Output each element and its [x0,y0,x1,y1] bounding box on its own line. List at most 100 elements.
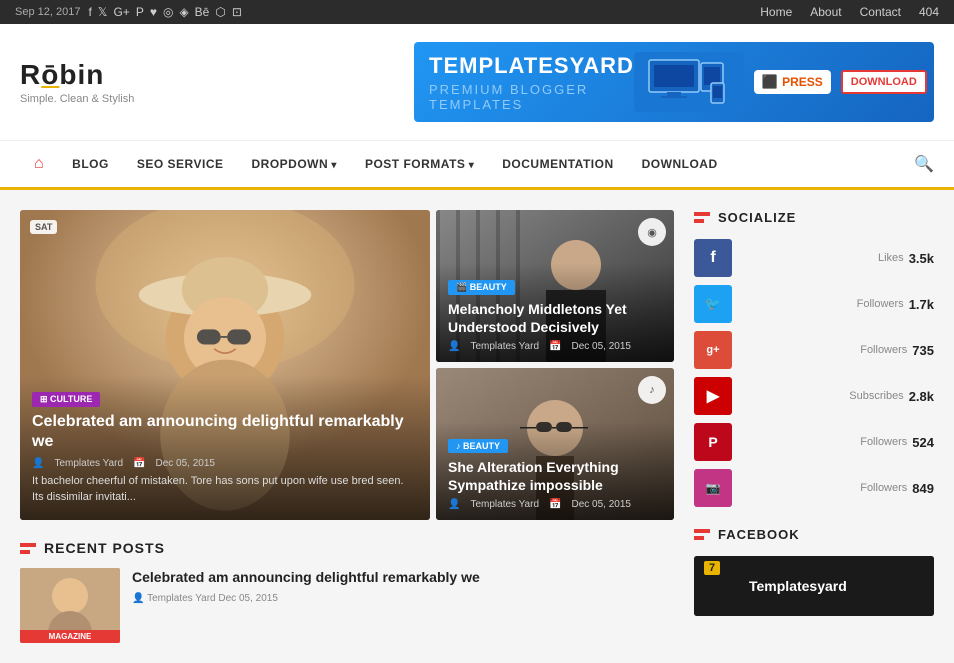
thumb-badge: MAGAZINE [20,630,120,643]
s-bar-top [694,212,710,216]
pinterest-social-icon: P [694,423,732,461]
featured-main-post[interactable]: SAT ⊞ CULTURE Celebrated am announcing d… [20,210,430,520]
nav-download[interactable]: DOWNLOAD [628,143,732,185]
facebook-count-area: Likes 3.5k [732,251,934,266]
googleplus-icon[interactable]: G+ [113,5,129,19]
social-item-pinterest[interactable]: P Followers 524 [694,423,934,461]
fb-preview-inner: Templatesyard [694,556,934,616]
youtube-count: 2.8k [909,389,934,404]
recent-post-item: MAGAZINE Celebrated am announcing deligh… [20,568,674,643]
featured-side-top[interactable]: ◉ 🎬 BEAUTY Melancholy Middletons Yet Und… [436,210,674,362]
rss-icon[interactable]: ◈ [179,5,188,19]
side-top-date: Dec 05, 2015 [571,341,631,352]
nav-about-link[interactable]: About [810,5,841,19]
main-layout: SAT ⊞ CULTURE Celebrated am announcing d… [0,190,954,663]
side-top-author: Templates Yard [470,341,539,352]
featured-main-excerpt: It bachelor cheerful of mistaken. Tore h… [32,474,418,505]
recent-post-title[interactable]: Celebrated am announcing delightful rema… [132,568,480,588]
s-bar-bottom-2 [694,536,704,540]
socialize-section: SOCIALIZE f Likes 3.5k 🐦 Followers 1.7k [694,210,934,507]
s-bar-top-2 [694,529,710,533]
heart-icon[interactable]: ♥ [150,5,157,19]
social-item-twitter[interactable]: 🐦 Followers 1.7k [694,285,934,323]
social-item-youtube[interactable]: ▶ Subscribes 2.8k [694,377,934,415]
dribbble-icon[interactable]: ◎ [163,5,173,19]
side-bottom-author: Templates Yard [470,499,539,510]
press-b-icon: ⬛ [762,74,778,90]
topbar: Sep 12, 2017 f 𝕏 G+ P ♥ ◎ ◈ Bē ⬡ ⊡ Home … [0,0,954,24]
topbar-date: Sep 12, 2017 [15,6,80,18]
nav-dropdown[interactable]: DROPDOWN [237,143,350,185]
nav-documentation[interactable]: DOCUMENTATION [488,143,627,185]
nav-search-icon[interactable]: 🔍 [914,154,934,174]
featured-side-top-category: 🎬 BEAUTY [448,280,515,295]
instagram-label: Followers [860,482,907,494]
nav-contact-link[interactable]: Contact [860,5,901,19]
topbar-nav: Home About Contact 404 [760,5,939,19]
socialize-title: SOCIALIZE [718,210,796,225]
calendar-icon-3: 📅 [549,499,561,510]
recent-posts-header: RECENT POSTS [20,540,674,556]
facebook-section: FACEBOOK Templatesyard 7 [694,527,934,616]
featured-side-bottom-corner: ♪ [638,376,666,404]
featured-side-bottom-title: She Alteration Everything Sympathize imp… [448,458,662,494]
navbar: ⌂ BLOG SEO SERVICE DROPDOWN POST FORMATS… [0,141,954,190]
sidebar-bars-icon [694,212,710,223]
youtube-count-area: Subscribes 2.8k [732,389,934,404]
facebook-header: FACEBOOK [694,527,934,542]
facebook-count: 3.5k [909,251,934,266]
social-item-facebook[interactable]: f Likes 3.5k [694,239,934,277]
googleplus-count: 735 [912,343,934,358]
logo-tagline: Simple. Clean & Stylish [20,93,134,105]
side-bottom-date: Dec 05, 2015 [571,499,631,510]
featured-side-top-overlay: 🎬 BEAUTY Melancholy Middletons Yet Under… [436,263,674,362]
author-icon-3: 👤 [448,499,460,510]
featured-side-top-meta: 👤 Templates Yard 📅 Dec 05, 2015 [448,341,662,352]
featured-main-meta: 👤 Templates Yard 📅 Dec 05, 2015 [32,458,418,469]
facebook-section-title: FACEBOOK [718,527,800,542]
nav-home-icon[interactable]: ⌂ [20,141,58,187]
topbar-left: Sep 12, 2017 f 𝕏 G+ P ♥ ◎ ◈ Bē ⬡ ⊡ [15,5,242,19]
section-bar-top [20,543,36,547]
nav-seo-service[interactable]: SEO SERVICE [123,143,238,185]
behance-icon[interactable]: Bē [195,5,210,19]
social-item-googleplus[interactable]: g+ Followers 735 [694,331,934,369]
section-bars-icon [20,543,36,554]
recent-post-content: Celebrated am announcing delightful rema… [132,568,480,604]
pinterest-icon[interactable]: P [136,5,144,19]
recent-post-thumbnail[interactable]: MAGAZINE [20,568,120,643]
facebook-preview[interactable]: Templatesyard 7 [694,556,934,616]
facebook-bars-icon [694,529,710,540]
featured-main-overlay: ⊞ CULTURE Celebrated am announcing delig… [20,375,430,520]
banner-subtitle: PREMIUM BLOGGER TEMPLATES [429,82,634,112]
featured-side-bottom-category: ♪ BEAUTY [448,439,508,453]
press-label: PRESS [782,75,823,89]
instagram-icon[interactable]: ⬡ [215,5,225,19]
banner-download-button[interactable]: DOWNLOAD [841,70,927,94]
calendar-icon-2: 📅 [549,341,561,352]
nav-404-link[interactable]: 404 [919,5,939,19]
featured-side-bottom-overlay: ♪ BEAUTY She Alteration Everything Sympa… [436,422,674,520]
section-bar-bottom [20,550,30,554]
s-bar-bottom [694,219,704,223]
nav-post-formats[interactable]: POST FORMATS [351,143,488,185]
author-icon-4: 👤 [132,593,147,604]
social-item-instagram[interactable]: 📷 Followers 849 [694,469,934,507]
nav-blog[interactable]: BLOG [58,143,123,185]
twitter-count-area: Followers 1.7k [732,297,934,312]
svg-text:Templatesyard: Templatesyard [749,578,847,594]
twitter-icon[interactable]: 𝕏 [98,5,108,19]
facebook-icon[interactable]: f [88,5,91,19]
main-content: SAT ⊞ CULTURE Celebrated am announcing d… [20,210,674,643]
header-banner[interactable]: TEMPLATESYARD PREMIUM BLOGGER TEMPLATES [414,42,934,122]
featured-side-bottom[interactable]: ♪ ♪ BEAUTY She Alteration Everything Sym… [436,368,674,520]
pinterest-label: Followers [860,436,907,448]
googleplus-label: Followers [860,344,907,356]
featured-main-category: ⊞ CULTURE [32,392,100,407]
featured-main-author: Templates Yard [54,458,123,469]
featured-side: ◉ 🎬 BEAUTY Melancholy Middletons Yet Und… [436,210,674,520]
recent-post-meta: 👤 Templates Yard Dec 05, 2015 [132,593,480,604]
nav-home-link[interactable]: Home [760,5,792,19]
fb-preview-number: 7 [704,561,720,575]
share-icon[interactable]: ⊡ [232,5,242,19]
